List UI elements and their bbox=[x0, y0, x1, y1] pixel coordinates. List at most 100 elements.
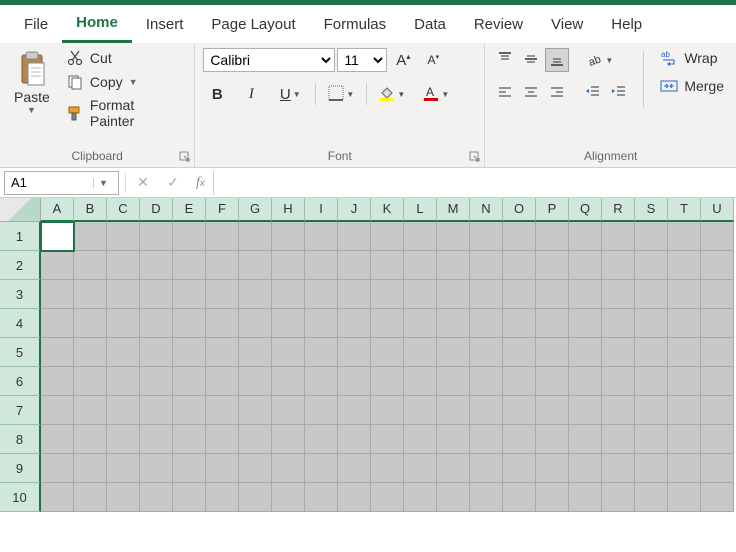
cell[interactable] bbox=[338, 483, 371, 512]
font-color-button[interactable]: A ▼ bbox=[417, 81, 455, 107]
cell[interactable] bbox=[536, 222, 569, 251]
cell[interactable] bbox=[602, 251, 635, 280]
cell[interactable] bbox=[239, 251, 272, 280]
cell[interactable] bbox=[437, 454, 470, 483]
row-header[interactable]: 4 bbox=[0, 309, 41, 338]
cell[interactable] bbox=[635, 396, 668, 425]
cell[interactable] bbox=[41, 222, 74, 251]
cell[interactable] bbox=[140, 483, 173, 512]
column-header[interactable]: J bbox=[338, 198, 371, 222]
cell[interactable] bbox=[305, 454, 338, 483]
cell[interactable] bbox=[272, 454, 305, 483]
cell[interactable] bbox=[470, 425, 503, 454]
cell[interactable] bbox=[635, 251, 668, 280]
cell[interactable] bbox=[536, 309, 569, 338]
cell[interactable] bbox=[173, 222, 206, 251]
align-middle-button[interactable] bbox=[519, 48, 543, 72]
column-header[interactable]: F bbox=[206, 198, 239, 222]
column-header[interactable]: B bbox=[74, 198, 107, 222]
cell[interactable] bbox=[569, 222, 602, 251]
cell[interactable] bbox=[602, 483, 635, 512]
cell[interactable] bbox=[305, 309, 338, 338]
cell[interactable] bbox=[503, 396, 536, 425]
cell[interactable] bbox=[602, 280, 635, 309]
cell[interactable] bbox=[272, 483, 305, 512]
cell[interactable] bbox=[371, 222, 404, 251]
cell[interactable] bbox=[206, 251, 239, 280]
tab-help[interactable]: Help bbox=[597, 5, 656, 43]
cell[interactable] bbox=[668, 338, 701, 367]
cell[interactable] bbox=[602, 367, 635, 396]
fx-icon[interactable]: fx bbox=[188, 175, 213, 191]
cell[interactable] bbox=[41, 251, 74, 280]
tab-page-layout[interactable]: Page Layout bbox=[197, 5, 309, 43]
cell[interactable] bbox=[173, 396, 206, 425]
cell[interactable] bbox=[668, 251, 701, 280]
cell[interactable] bbox=[74, 222, 107, 251]
cell[interactable] bbox=[107, 396, 140, 425]
cell[interactable] bbox=[503, 483, 536, 512]
column-header[interactable]: R bbox=[602, 198, 635, 222]
cell[interactable] bbox=[173, 251, 206, 280]
cell[interactable] bbox=[404, 338, 437, 367]
borders-button[interactable]: ▼ bbox=[322, 81, 360, 107]
cell[interactable] bbox=[338, 338, 371, 367]
cell[interactable] bbox=[41, 367, 74, 396]
cell[interactable] bbox=[74, 367, 107, 396]
cell[interactable] bbox=[470, 367, 503, 396]
cell[interactable] bbox=[470, 396, 503, 425]
cell[interactable] bbox=[338, 222, 371, 251]
cell[interactable] bbox=[635, 280, 668, 309]
font-name-select[interactable]: Calibri bbox=[203, 48, 335, 72]
cell[interactable] bbox=[536, 483, 569, 512]
cell[interactable] bbox=[107, 483, 140, 512]
cell[interactable] bbox=[371, 338, 404, 367]
wrap-text-button[interactable]: ab Wrap bbox=[656, 47, 728, 69]
cell[interactable] bbox=[206, 454, 239, 483]
increase-font-button[interactable]: A▴ bbox=[389, 47, 417, 73]
cell[interactable] bbox=[536, 425, 569, 454]
row-header[interactable]: 2 bbox=[0, 251, 41, 280]
cell[interactable] bbox=[107, 367, 140, 396]
dialog-launcher-icon[interactable] bbox=[468, 150, 482, 164]
cell[interactable] bbox=[41, 483, 74, 512]
cell[interactable] bbox=[107, 309, 140, 338]
cell[interactable] bbox=[74, 338, 107, 367]
column-header[interactable]: K bbox=[371, 198, 404, 222]
cell[interactable] bbox=[239, 454, 272, 483]
cell[interactable] bbox=[437, 338, 470, 367]
cell[interactable] bbox=[569, 309, 602, 338]
cell[interactable] bbox=[470, 483, 503, 512]
cell[interactable] bbox=[635, 425, 668, 454]
cell[interactable] bbox=[503, 425, 536, 454]
cell[interactable] bbox=[41, 280, 74, 309]
cell[interactable] bbox=[602, 338, 635, 367]
cell[interactable] bbox=[272, 338, 305, 367]
cell[interactable] bbox=[140, 280, 173, 309]
cell[interactable] bbox=[404, 251, 437, 280]
cell[interactable] bbox=[503, 454, 536, 483]
cell[interactable] bbox=[305, 280, 338, 309]
cell[interactable] bbox=[437, 222, 470, 251]
cell[interactable] bbox=[404, 309, 437, 338]
cell[interactable] bbox=[206, 367, 239, 396]
cell[interactable] bbox=[602, 425, 635, 454]
cell[interactable] bbox=[338, 396, 371, 425]
column-header[interactable]: O bbox=[503, 198, 536, 222]
cell[interactable] bbox=[371, 425, 404, 454]
cell[interactable] bbox=[404, 367, 437, 396]
cell[interactable] bbox=[206, 483, 239, 512]
tab-review[interactable]: Review bbox=[460, 5, 537, 43]
cell[interactable] bbox=[536, 280, 569, 309]
cell[interactable] bbox=[371, 251, 404, 280]
cell[interactable] bbox=[371, 280, 404, 309]
cell[interactable] bbox=[470, 454, 503, 483]
cell[interactable] bbox=[305, 338, 338, 367]
cell[interactable] bbox=[536, 367, 569, 396]
orientation-button[interactable]: ab▼ bbox=[581, 47, 619, 73]
cell[interactable] bbox=[140, 338, 173, 367]
cell[interactable] bbox=[140, 367, 173, 396]
row-header[interactable]: 10 bbox=[0, 483, 41, 512]
column-header[interactable]: Q bbox=[569, 198, 602, 222]
column-header[interactable]: I bbox=[305, 198, 338, 222]
